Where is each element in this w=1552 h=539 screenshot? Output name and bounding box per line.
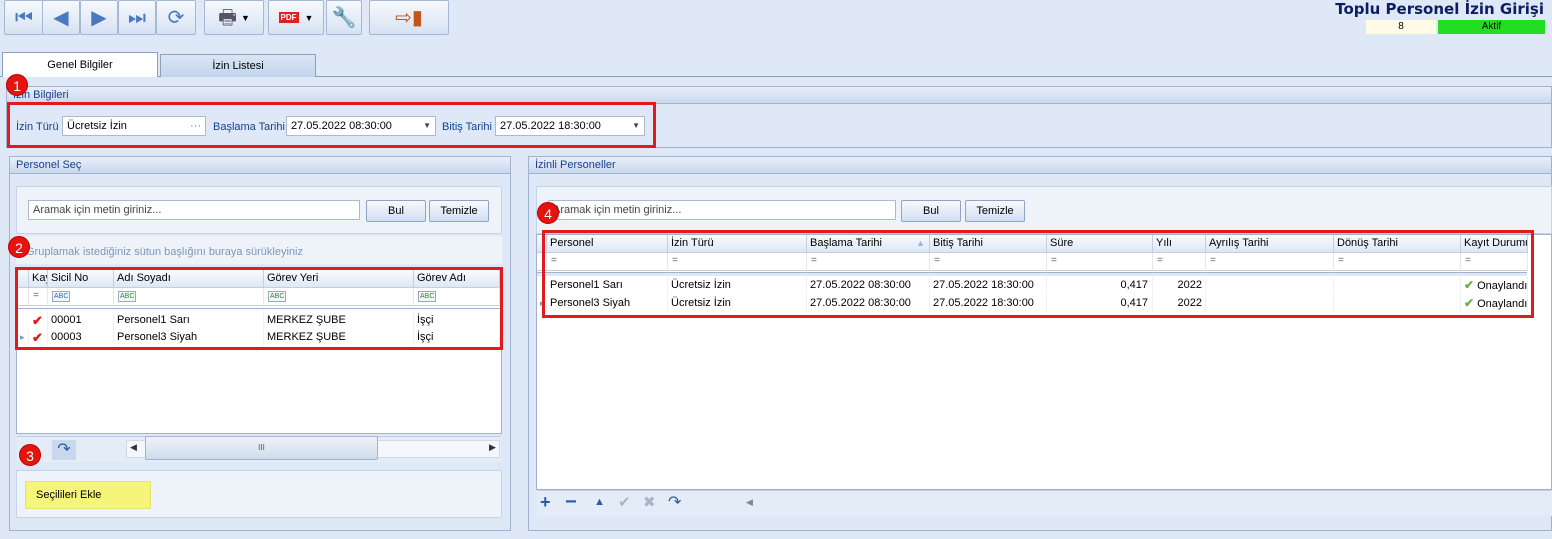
cancel-x-icon[interactable]: ✖ xyxy=(643,493,656,511)
first-record-button[interactable]: ⏮ xyxy=(4,0,44,35)
exit-door-icon: ⇨▮ xyxy=(395,6,423,29)
scroll-thumb[interactable]: III xyxy=(145,436,378,460)
personel-sec-title: Personel Seç xyxy=(16,159,82,171)
last-record-icon: ⏭ xyxy=(128,6,146,29)
pdf-save-button[interactable]: PDF ▼ xyxy=(268,0,324,35)
scroll-right-icon[interactable]: ▶ xyxy=(489,442,496,453)
last-record-button[interactable]: ⏭ xyxy=(118,0,156,35)
undo-icon[interactable]: ↷ xyxy=(52,440,76,460)
first-record-icon: ⏮ xyxy=(15,6,33,29)
izinli-personeller-title: İzinli Personeller xyxy=(535,159,616,171)
add-selected-button[interactable]: Seçilileri Ekle xyxy=(25,481,151,509)
previous-record-button[interactable]: ◀ xyxy=(42,0,80,35)
izinli-search-input[interactable]: Aramak için metin giriniz... xyxy=(548,200,896,220)
izinli-find-button[interactable]: Bul xyxy=(901,200,961,222)
refresh-icon: ⟳ xyxy=(167,6,185,29)
personel-find-button[interactable]: Bul xyxy=(366,200,426,222)
confirm-check-icon[interactable]: ✔ xyxy=(618,493,631,511)
annotation-box-1 xyxy=(7,102,656,148)
previous-record-icon: ◀ xyxy=(53,6,69,29)
record-count: 8 xyxy=(1366,20,1436,34)
annotation-badge-4: 4 xyxy=(537,202,559,224)
document-settings-icon: 🔧 xyxy=(331,6,357,29)
print-dropdown-icon[interactable]: ▼ xyxy=(241,13,250,23)
annotation-box-2 xyxy=(15,267,503,350)
refresh-button[interactable]: ⟳ xyxy=(156,0,196,35)
personel-sec-header: Personel Seç xyxy=(9,156,511,174)
exit-button[interactable]: ⇨▮ xyxy=(369,0,449,35)
tab-izin-listesi[interactable]: İzin Listesi xyxy=(160,54,316,77)
annotation-badge-3: 3 xyxy=(19,444,41,466)
undo-icon[interactable]: ↷ xyxy=(668,492,681,512)
pdf-dropdown-icon[interactable]: ▼ xyxy=(305,13,314,23)
annotation-badge-2: 2 xyxy=(8,236,30,258)
scroll-left-icon[interactable]: ◀ xyxy=(130,442,137,453)
printer-icon: 🖶 xyxy=(218,6,237,29)
page-title: Toplu Personel İzin Girişi xyxy=(1335,0,1544,18)
annotation-box-4 xyxy=(542,230,1534,318)
izinli-clear-button[interactable]: Temizle xyxy=(965,200,1025,222)
tab-genel-bilgiler[interactable]: Genel Bilgiler xyxy=(2,52,158,77)
annotation-badge-1: 1 xyxy=(6,74,28,96)
scroll-left-icon[interactable]: ◀ xyxy=(746,497,753,508)
print-button[interactable]: 🖶 ▼ xyxy=(204,0,264,35)
add-record-icon[interactable]: + xyxy=(540,492,551,513)
group-hint: Gruplamak istediğiniz sütun başlığını bu… xyxy=(26,246,303,258)
izinli-personeller-header: İzinli Personeller xyxy=(528,156,1552,174)
document-settings-button[interactable]: 🔧 xyxy=(326,0,362,35)
move-up-icon[interactable]: ▲ xyxy=(594,496,605,508)
personel-search-input[interactable]: Aramak için metin giriniz... xyxy=(28,200,360,220)
next-record-button[interactable]: ▶ xyxy=(80,0,118,35)
remove-record-icon[interactable]: − xyxy=(565,491,577,514)
next-record-icon: ▶ xyxy=(91,6,107,29)
pdf-save-icon: PDF xyxy=(278,12,299,23)
status-badge: Aktif xyxy=(1438,20,1545,34)
personel-clear-button[interactable]: Temizle xyxy=(429,200,489,222)
navigator-bar xyxy=(537,490,1552,516)
